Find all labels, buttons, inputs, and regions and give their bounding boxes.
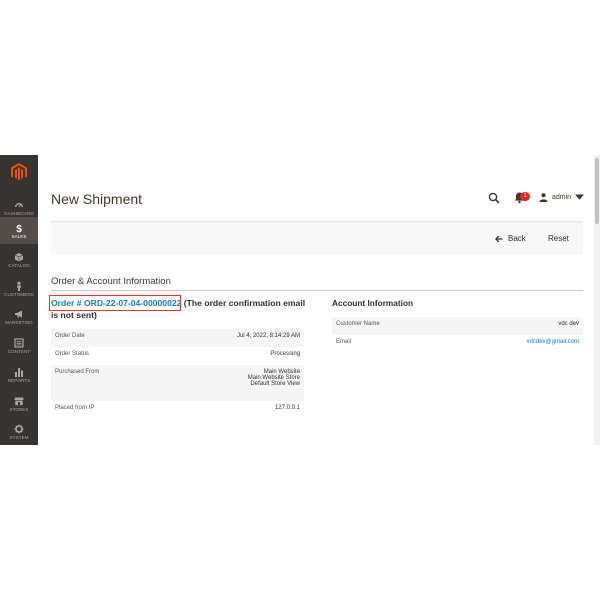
user-icon <box>539 193 548 202</box>
sidebar-item-label: REPORTS <box>7 377 31 383</box>
order-status-value: Processing <box>270 351 300 357</box>
table-row: Order Status Processing <box>51 347 304 365</box>
gear-icon <box>14 424 24 433</box>
content-icon <box>14 337 24 348</box>
notification-count-badge: 1 <box>520 192 530 201</box>
table-row: Order Date Jul 4, 2022, 8:14:29 AM <box>51 329 304 347</box>
user-menu[interactable]: admin <box>539 193 585 202</box>
admin-sidebar: DASHBOARD $ SALES CATALOG CUSTOMERS MARK… <box>0 155 38 445</box>
sidebar-item-label: CATALOG <box>8 262 30 268</box>
sidebar-item-label: DASHBOARD <box>4 210 34 216</box>
scrollbar-thumb[interactable] <box>595 158 599 224</box>
sidebar-item-system[interactable]: SYSTEM <box>0 418 38 445</box>
back-button[interactable]: Back <box>495 234 526 243</box>
order-info-table: Order Date Jul 4, 2022, 8:14:29 AM Order… <box>51 329 304 419</box>
table-row: Customer Name vdc dev <box>332 317 583 335</box>
admin-window: DASHBOARD $ SALES CATALOG CUSTOMERS MARK… <box>0 155 600 445</box>
search-icon[interactable] <box>488 192 500 204</box>
table-row: Placed from IP 127.0.0.1 <box>51 401 304 419</box>
email-link[interactable]: vdcdev@gmail.com <box>527 339 579 345</box>
box-icon <box>14 252 24 261</box>
sidebar-item-label: MARKETING <box>5 319 33 325</box>
sidebar-item-label: CUSTOMERS <box>4 291 34 297</box>
section-title: Order & Account Information <box>51 276 171 287</box>
sidebar-item-label: CONTENT <box>7 348 31 354</box>
page-actions-bar: Back Reset <box>51 221 583 255</box>
customer-name-label: Customer Name <box>336 321 380 327</box>
account-info-table: Customer Name vdc dev Email vdcdev@gmail… <box>332 317 583 353</box>
account-info-title: Account Information <box>332 298 414 308</box>
arrow-left-icon <box>495 235 503 242</box>
order-date-label: Order Date <box>55 333 85 339</box>
customer-name-value: vdc dev <box>558 321 579 327</box>
purchased-from-line: Default Store View <box>250 381 300 387</box>
sidebar-item-label: SALES <box>11 233 27 239</box>
sidebar-item-reports[interactable]: REPORTS <box>0 361 38 388</box>
store-icon <box>14 397 24 405</box>
page-title: New Shipment <box>51 191 143 207</box>
reset-button[interactable]: Reset <box>548 234 569 243</box>
purchased-from-value: Main Website Main Website Store Default … <box>158 365 304 401</box>
user-name: admin <box>552 194 572 201</box>
bar-chart-icon <box>15 367 23 377</box>
megaphone-icon <box>15 310 22 318</box>
dollar-icon: $ <box>16 224 22 233</box>
table-row: Purchased From Main Website Main Website… <box>51 365 304 401</box>
purchased-from-label: Purchased From <box>55 369 100 375</box>
sidebar-item-stores[interactable]: STORES <box>0 390 38 417</box>
magento-logo-icon <box>11 163 27 181</box>
sidebar-item-customers[interactable]: CUSTOMERS <box>0 275 38 302</box>
sidebar-item-catalog[interactable]: CATALOG <box>0 246 38 273</box>
sidebar-item-label: STORES <box>9 406 29 412</box>
scrollbar[interactable] <box>594 155 600 445</box>
placed-from-ip-value: 127.0.0.1 <box>274 405 300 411</box>
placed-from-ip-label: Placed from IP <box>55 405 95 411</box>
table-row: Email vdcdev@gmail.com <box>332 335 583 353</box>
email-label: Email <box>336 339 352 345</box>
section-divider <box>51 290 583 291</box>
sidebar-item-marketing[interactable]: MARKETING <box>0 303 38 330</box>
chevron-down-icon <box>575 194 585 200</box>
sidebar-item-label: SYSTEM <box>9 434 29 440</box>
magento-logo[interactable] <box>0 155 38 189</box>
svg-text:$: $ <box>16 224 22 233</box>
order-date-value: Jul 4, 2022, 8:14:29 AM <box>236 333 300 339</box>
order-status-label: Order Status <box>55 351 90 357</box>
sidebar-item-sales[interactable]: $ SALES <box>0 217 38 244</box>
back-label: Back <box>508 234 526 243</box>
highlight-box <box>49 295 181 311</box>
dashboard-icon <box>15 202 23 207</box>
person-icon <box>17 281 21 291</box>
sidebar-item-content[interactable]: CONTENT <box>0 332 38 359</box>
